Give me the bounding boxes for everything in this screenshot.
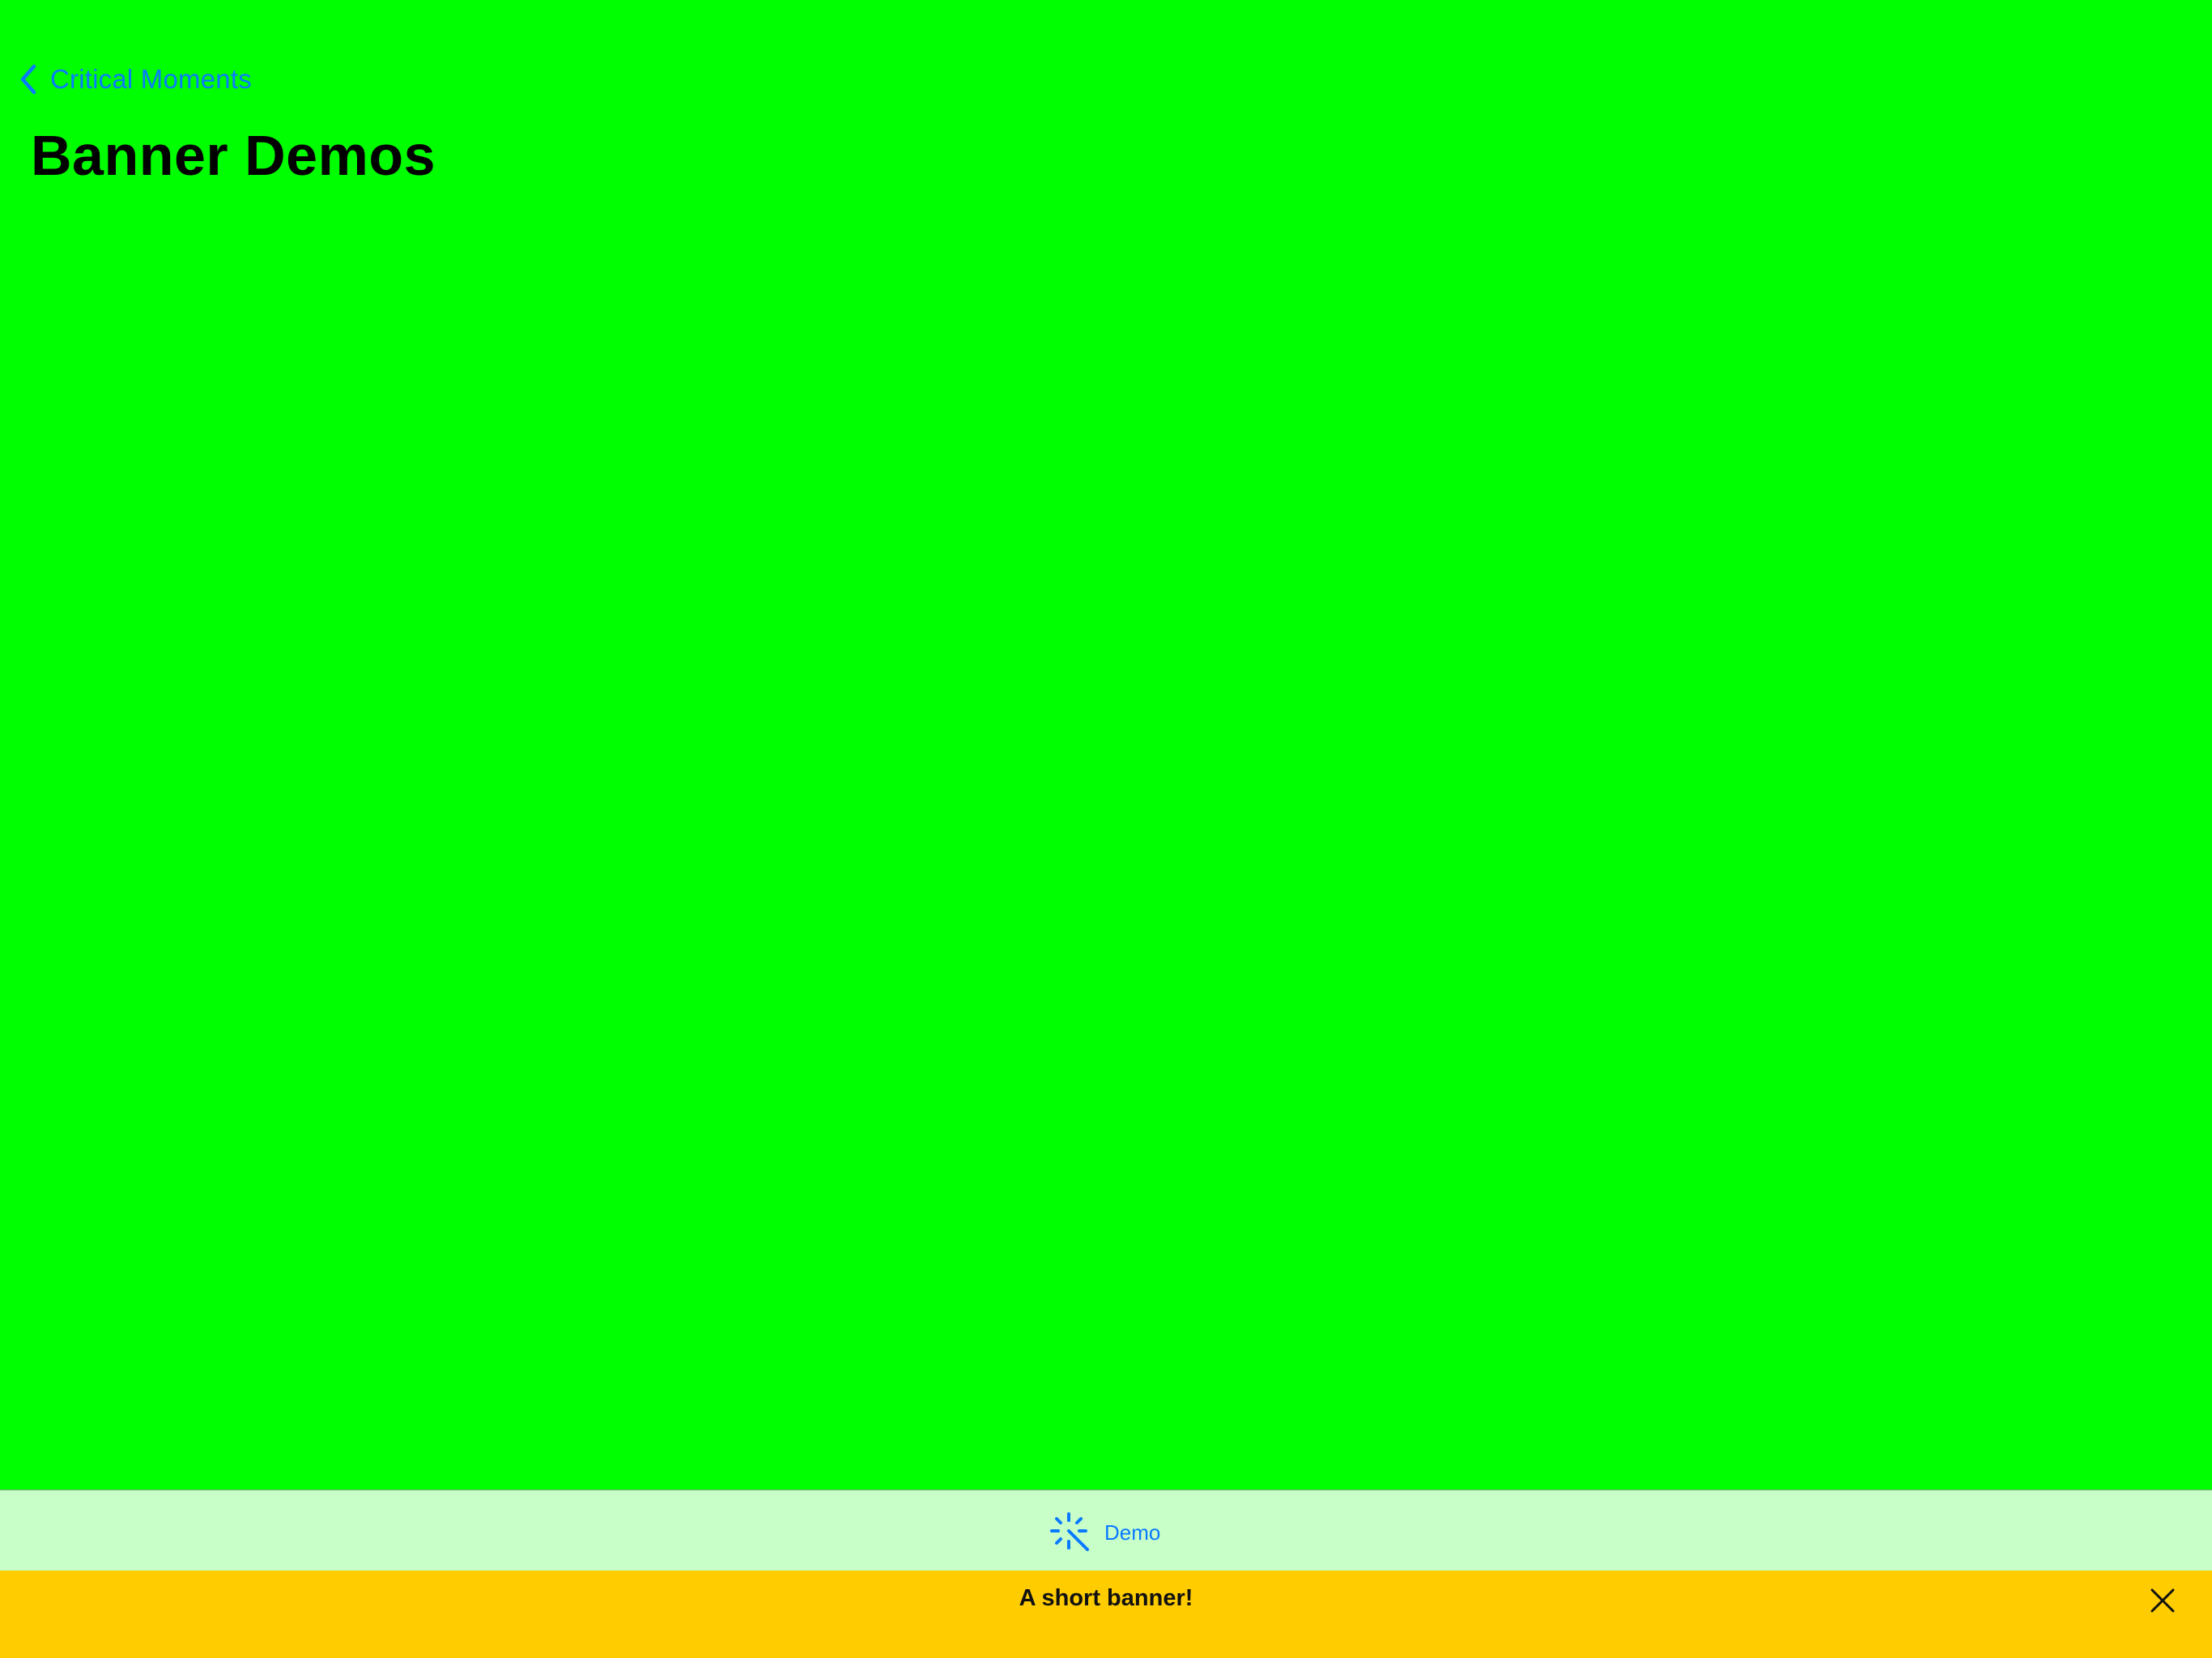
banner: A short banner! [0, 1571, 2212, 1658]
magic-wand-icon [1049, 1511, 1091, 1554]
tab-demo-label: Demo [1104, 1520, 1161, 1545]
app-screen: Critical Moments Banner Demos Demo A sho… [0, 0, 2212, 1658]
close-icon[interactable] [2147, 1585, 2178, 1616]
page-title: Banner Demos [31, 124, 436, 187]
back-button[interactable]: Critical Moments [18, 60, 252, 99]
tab-demo[interactable]: Demo [1049, 1511, 1160, 1554]
tab-bar: Demo [0, 1490, 2212, 1571]
banner-message: A short banner! [1019, 1585, 1193, 1611]
chevron-left-icon [18, 63, 39, 96]
back-button-label: Critical Moments [50, 64, 252, 94]
